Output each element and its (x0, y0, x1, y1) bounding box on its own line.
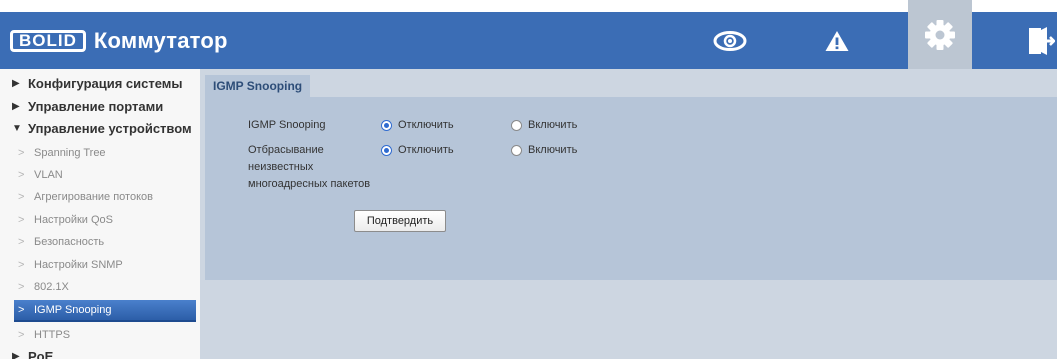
chevron-right-icon: > (18, 169, 25, 181)
sidebar-item-security[interactable]: > Безопасность (14, 232, 196, 252)
chevron-right-icon: > (18, 329, 25, 341)
chevron-right-icon: > (18, 304, 25, 316)
sidebar-item-https[interactable]: > HTTPS (14, 325, 196, 345)
radio-selected-icon (381, 119, 392, 131)
settings-button[interactable] (908, 0, 972, 69)
drop-unknown-multicast-label: Отбрасывание неизвестных многоадресных п… (248, 144, 371, 190)
expand-arrow-icon: ▶ (12, 78, 20, 89)
alert-icon (825, 30, 849, 51)
confirm-button[interactable]: Подтвердить (354, 210, 446, 232)
sidebar-item-qos[interactable]: > Настройки QoS (14, 210, 196, 230)
igmp-snooping-disable-radio[interactable]: Отключить (381, 119, 454, 131)
main-content: IGMP Snooping IGMP Snooping Отключить Вк… (200, 69, 1057, 359)
app-title: Коммутатор (93, 28, 228, 53)
chevron-right-icon: > (18, 281, 25, 293)
settings-panel: IGMP Snooping Отключить Включить Отбрасы… (205, 97, 1057, 280)
brand: BOLID Коммутатор (10, 26, 228, 56)
sidebar: ▶ Конфигурация системы ▶ Управление порт… (0, 69, 200, 359)
alarm-button[interactable] (812, 12, 862, 69)
drop-unknown-multicast-enable-radio[interactable]: Включить (511, 144, 577, 156)
brand-logo: BOLID (10, 30, 86, 52)
sidebar-item-link-aggregation[interactable]: > Агрегирование потоков (14, 187, 196, 207)
sidebar-section-system-config[interactable]: ▶ Конфигурация системы (12, 76, 183, 91)
igmp-snooping-label: IGMP Snooping (248, 119, 326, 131)
eye-icon (713, 30, 747, 51)
chevron-right-icon: > (18, 147, 25, 159)
expand-arrow-icon: ▶ (12, 351, 20, 359)
sidebar-item-spanning-tree[interactable]: > Spanning Tree (14, 143, 196, 163)
sidebar-item-snmp[interactable]: > Настройки SNMP (14, 255, 196, 275)
chevron-right-icon: > (18, 259, 25, 271)
sidebar-item-igmp-snooping[interactable]: > IGMP Snooping (14, 300, 196, 322)
chevron-right-icon: > (18, 236, 25, 248)
igmp-snooping-enable-radio[interactable]: Включить (511, 119, 577, 131)
radio-unselected-icon (511, 144, 522, 156)
sidebar-section-device-management[interactable]: ▼ Управление устройством (12, 121, 192, 136)
sidebar-item-8021x[interactable]: > 802.1X (14, 277, 196, 297)
preview-button[interactable] (705, 12, 755, 69)
expand-arrow-icon: ▶ (12, 101, 20, 112)
radio-selected-icon (381, 144, 392, 156)
top-header: BOLID Коммутатор (0, 0, 1057, 69)
logout-button[interactable] (1025, 12, 1057, 69)
chevron-right-icon: > (18, 191, 25, 203)
collapse-arrow-icon: ▼ (12, 123, 22, 134)
sidebar-section-poe[interactable]: ▶ PoE (12, 349, 53, 359)
drop-unknown-multicast-disable-radio[interactable]: Отключить (381, 144, 454, 156)
chevron-right-icon: > (18, 214, 25, 226)
sidebar-item-vlan[interactable]: > VLAN (14, 165, 196, 185)
exit-icon (1029, 26, 1055, 55)
sidebar-section-port-management[interactable]: ▶ Управление портами (12, 99, 163, 114)
radio-unselected-icon (511, 119, 522, 131)
tab-igmp-snooping[interactable]: IGMP Snooping (205, 75, 311, 97)
gear-icon (925, 19, 955, 50)
